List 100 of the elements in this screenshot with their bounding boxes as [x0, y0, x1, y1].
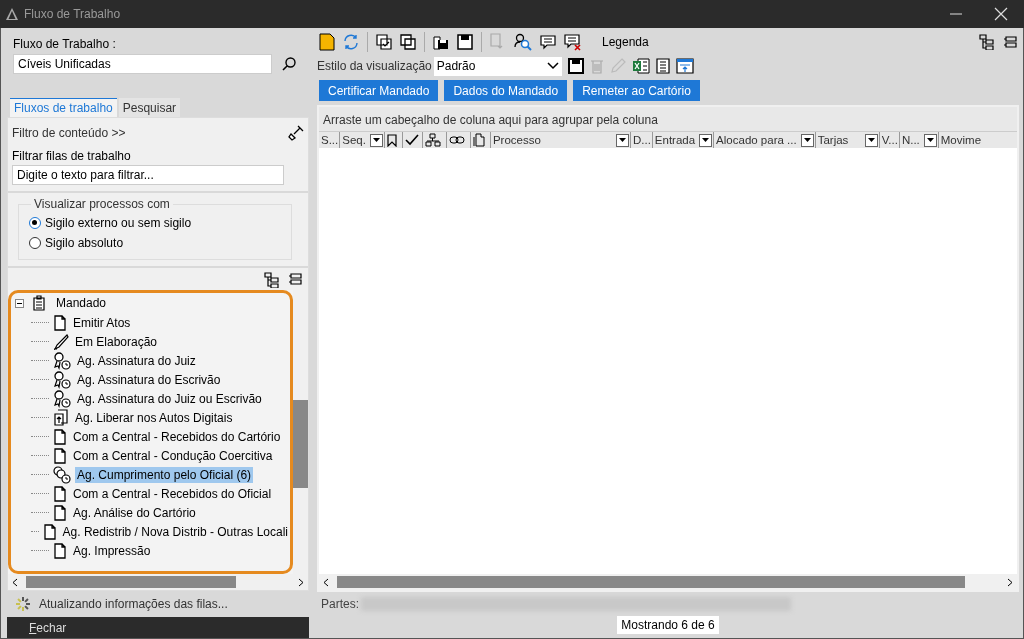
coins-clock-icon: [53, 465, 71, 484]
collapse-toggle[interactable]: [15, 298, 24, 308]
group-hint-text: Arraste um cabeçalho de coluna aqui para agrupar pela coluna: [323, 113, 658, 127]
check-icon: [404, 134, 419, 146]
tree-item[interactable]: Com a Central - Recebidos do Cartório: [71, 428, 283, 445]
document-icon: [472, 133, 485, 147]
tree-expand-icon[interactable]: [264, 272, 280, 288]
seal-clock-icon: [53, 370, 71, 389]
column-header[interactable]: Entrada: [652, 132, 715, 148]
tree-item[interactable]: Ag. Análise do Cartório: [71, 504, 198, 521]
content-filter-link[interactable]: Filtro de conteúdo >>: [12, 126, 126, 140]
seal-clock-icon: [53, 351, 71, 370]
tree-collapse-icon[interactable]: [288, 272, 302, 286]
document-icon: [53, 428, 67, 445]
view-style-dropdown[interactable]: Padrão: [433, 56, 562, 76]
checked-windows-icon[interactable]: [376, 34, 392, 50]
tree-item[interactable]: Ag. Assinatura do Juiz ou Escrivão: [75, 390, 264, 407]
radio-button[interactable]: [29, 237, 41, 249]
windows-icon[interactable]: [400, 34, 416, 50]
tree-item[interactable]: Ag. Redistrib / Nova Distrib - Outras Locali: [60, 523, 290, 540]
comment-delete-icon[interactable]: [564, 33, 582, 51]
pen-icon: [53, 333, 69, 350]
disk-document-icon[interactable]: [433, 34, 449, 50]
tab[interactable]: Pesquisar: [118, 98, 181, 117]
window-title: Fluxo de Trabalho: [24, 7, 121, 21]
tree-expand-icon[interactable]: [979, 34, 995, 50]
column-header[interactable]: [402, 132, 423, 148]
queue-filter-label: Filtrar filas de trabalho: [12, 149, 132, 163]
close-button[interactable]: Fechar: [7, 620, 89, 635]
filter-dropdown-icon[interactable]: [800, 133, 814, 147]
document-icon: [53, 504, 67, 521]
document-icon: [53, 447, 67, 464]
bookmark-icon: [386, 133, 397, 147]
filter-dropdown-icon[interactable]: [923, 133, 937, 147]
workflow-field[interactable]: Cíveis Unificadas: [13, 54, 272, 74]
group-legend: Visualizar processos com: [31, 197, 173, 211]
tree-item[interactable]: Ag. Assinatura do Juiz: [75, 352, 198, 369]
tree-item[interactable]: Ag. Assinatura do Escrivão: [75, 371, 223, 388]
pencil-icon: [609, 58, 626, 74]
radio-label: Sigilo externo ou sem sigilo: [45, 216, 192, 230]
status-text: Atualizando informações das filas...: [39, 597, 228, 611]
tree-item[interactable]: Ag. Liberar nos Autos Digitais: [73, 409, 235, 426]
parties-label: Partes:: [321, 597, 359, 611]
column-header[interactable]: V...: [879, 132, 900, 148]
column-header[interactable]: Tarjas: [815, 132, 880, 148]
refresh-icon[interactable]: [343, 34, 359, 50]
column-header[interactable]: [422, 132, 447, 148]
comment-icon[interactable]: [540, 34, 556, 50]
tree-item[interactable]: Emitir Atos: [71, 314, 133, 331]
seal-clock-icon: [53, 389, 71, 408]
column-header[interactable]: Alocado para ...: [714, 132, 816, 148]
scroll-right-icon[interactable]: [298, 577, 304, 587]
tree-item[interactable]: Ag. Impressão: [71, 542, 153, 559]
column-header[interactable]: Seq.: [340, 132, 385, 148]
legend-button[interactable]: Legenda: [596, 34, 655, 50]
horizontal-scrollbar[interactable]: [319, 574, 1017, 590]
filter-dropdown-icon[interactable]: [864, 133, 878, 147]
tab[interactable]: Fluxos de trabalho: [10, 98, 117, 117]
action-button[interactable]: Certificar Mandado: [319, 80, 439, 101]
column-header[interactable]: S...: [319, 132, 341, 148]
window-export-icon[interactable]: [675, 58, 694, 74]
tree-collapse-icon[interactable]: [1003, 35, 1017, 49]
tree-item[interactable]: Com a Central - Recebidos do Oficial: [71, 485, 274, 502]
filter-dropdown-icon[interactable]: [369, 133, 383, 147]
document-lines-icon[interactable]: [655, 58, 670, 74]
document-icon: [53, 485, 67, 502]
queue-filter-field[interactable]: Digite o texto para filtrar...: [12, 165, 284, 185]
document-icon: [53, 542, 67, 559]
column-header[interactable]: Movime: [938, 132, 983, 148]
filter-dropdown-icon[interactable]: [615, 133, 629, 147]
user-search-icon[interactable]: [514, 33, 532, 51]
hierarchy-icon: [424, 133, 441, 147]
save-icon[interactable]: [457, 34, 473, 50]
record-count: Mostrando 6 de 6: [617, 616, 719, 634]
column-header[interactable]: [446, 132, 471, 148]
column-header[interactable]: Processo: [490, 132, 631, 148]
column-header[interactable]: N...: [899, 132, 939, 148]
close-icon[interactable]: [994, 7, 1008, 21]
column-header[interactable]: [384, 132, 403, 148]
chevron-down-icon: [546, 62, 559, 70]
filter-dropdown-icon[interactable]: [699, 133, 713, 147]
horizontal-scrollbar[interactable]: [8, 574, 308, 590]
scroll-left-icon[interactable]: [323, 577, 329, 587]
search-icon[interactable]: [282, 57, 296, 71]
scroll-left-icon[interactable]: [12, 577, 18, 587]
tree-item[interactable]: Mandado: [54, 295, 109, 311]
tree-item[interactable]: Em Elaboração: [73, 333, 160, 350]
column-header[interactable]: D...: [630, 132, 653, 148]
folder-icon[interactable]: [319, 33, 335, 51]
spreadsheet-icon[interactable]: [631, 58, 650, 74]
action-button[interactable]: Dados do Mandado: [444, 80, 568, 101]
tree-item[interactable]: Ag. Cumprimento pelo Oficial (6): [75, 466, 254, 483]
radio-button[interactable]: [29, 217, 41, 229]
save-icon[interactable]: [567, 58, 584, 74]
loading-spinner-icon: [15, 596, 31, 612]
brush-icon[interactable]: [288, 125, 304, 141]
scroll-right-icon[interactable]: [1007, 577, 1013, 587]
tree-item[interactable]: Com a Central - Condução Coercitiva: [71, 447, 275, 464]
action-button[interactable]: Remeter ao Cartório: [573, 80, 700, 101]
trash-icon: [589, 58, 604, 74]
